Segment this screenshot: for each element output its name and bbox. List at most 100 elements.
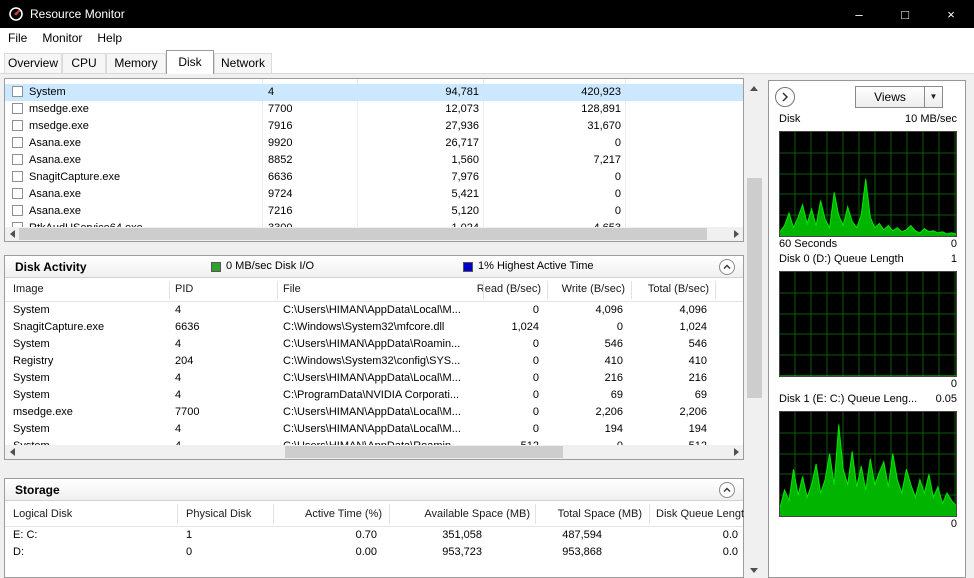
disk0-queue-graph-block: Disk 0 (D:) Queue Length 1 0 (779, 253, 957, 392)
column-header-pid[interactable]: PID (175, 283, 193, 295)
column-header-file[interactable]: File (283, 283, 301, 295)
process-checkbox[interactable] (12, 171, 23, 182)
disk-activity-row[interactable]: System 4 C:\Users\HIMAN\AppData\Local\M.… (5, 302, 743, 319)
storage-row[interactable]: D: 0 0.00 953,723 953,868 0.0 (5, 544, 743, 561)
column-header-active-time[interactable]: Active Time (%) (282, 508, 382, 520)
maximize-button[interactable]: □ (882, 0, 928, 28)
process-row[interactable]: SnagitCapture.exe 6636 7,976 0 (5, 169, 743, 186)
scrollbar-thumb[interactable] (747, 178, 762, 398)
disk-activity-horizontal-scrollbar[interactable] (5, 445, 743, 459)
disk-activity-row[interactable]: Registry 204 C:\Windows\System32\config\… (5, 353, 743, 370)
menu-monitor[interactable]: Monitor (42, 31, 89, 45)
tab-disk[interactable]: Disk (166, 50, 214, 74)
process-row[interactable]: RtkAudUService64.exe 3300 1,024 4,653 (5, 220, 743, 227)
disk-activity-row[interactable]: System 4 C:\Users\HIMAN\AppData\Local\M.… (5, 370, 743, 387)
process-row[interactable]: System 4 94,781 420,923 (5, 84, 743, 101)
write-cell: 216 (547, 372, 623, 384)
collapse-disk-activity-button[interactable] (719, 259, 735, 275)
views-button[interactable]: Views ▼ (855, 86, 943, 108)
process-row[interactable]: Asana.exe 7216 5,120 0 (5, 203, 743, 220)
collapse-panel-button[interactable] (775, 87, 795, 107)
logical-disk-cell: E: C: (13, 529, 37, 541)
file-cell: C:\Users\HIMAN\AppData\Roamin... (283, 338, 483, 350)
disk-activity-row[interactable]: System 4 C:\ProgramData\NVIDIA Corporati… (5, 387, 743, 404)
available-space-cell: 953,723 (382, 546, 482, 558)
process-checkbox[interactable] (12, 120, 23, 131)
process-checkbox[interactable] (12, 103, 23, 114)
storage-column-headers: Logical Disk Physical Disk Active Time (… (5, 501, 743, 527)
column-header-image[interactable]: Image (13, 283, 44, 295)
file-cell: C:\Windows\System32\mfcore.dll (283, 321, 483, 333)
process-read-cell: 5,120 (365, 205, 479, 217)
tab-memory[interactable]: Memory (106, 53, 166, 73)
graph-title: Disk 1 (E: C:) Queue Leng... (779, 393, 917, 409)
column-header-read[interactable]: Read (B/sec) (461, 283, 541, 295)
disk-io-graph (779, 131, 957, 237)
page-vertical-scrollbar[interactable] (746, 78, 763, 578)
column-header-available-space[interactable]: Available Space (MB) (400, 508, 530, 520)
process-write-cell: 0 (505, 137, 621, 149)
scroll-right-icon[interactable] (729, 445, 743, 459)
scroll-left-icon[interactable] (5, 445, 19, 459)
disk-io-legend-label: 0 MB/sec Disk I/O (226, 260, 314, 272)
process-row[interactable]: Asana.exe 8852 1,560 7,217 (5, 152, 743, 169)
graph-time-label: 60 Seconds (779, 238, 837, 252)
file-cell: C:\Users\HIMAN\AppData\Local\M... (283, 406, 483, 418)
chevron-up-icon (720, 260, 734, 274)
minimize-button[interactable]: – (836, 0, 882, 28)
column-header-physical-disk[interactable]: Physical Disk (186, 508, 251, 520)
scroll-left-icon[interactable] (5, 227, 19, 241)
read-cell: 0 (463, 338, 539, 350)
column-header-logical-disk[interactable]: Logical Disk (13, 508, 72, 520)
disk-activity-row[interactable]: msedge.exe 7700 C:\Users\HIMAN\AppData\L… (5, 404, 743, 421)
menu-help[interactable]: Help (97, 31, 129, 45)
column-header-total[interactable]: Total (B/sec) (629, 283, 709, 295)
scroll-up-icon[interactable] (746, 78, 763, 95)
processes-horizontal-scrollbar[interactable] (5, 227, 743, 241)
disk-activity-row[interactable]: System 4 C:\Users\HIMAN\AppData\Local\M.… (5, 421, 743, 438)
scroll-down-icon[interactable] (746, 561, 763, 578)
disk-activity-row[interactable]: SnagitCapture.exe 6636 C:\Windows\System… (5, 319, 743, 336)
process-pid-cell: 7700 (268, 103, 292, 115)
menu-file[interactable]: File (8, 31, 34, 45)
chevron-down-icon[interactable]: ▼ (924, 87, 942, 107)
file-cell: C:\Windows\System32\config\SYS... (283, 355, 483, 367)
tab-cpu[interactable]: CPU (62, 53, 106, 73)
tab-network[interactable]: Network (214, 53, 272, 73)
close-button[interactable]: × (928, 0, 974, 28)
process-read-cell: 94,781 (365, 86, 479, 98)
column-header-disk-queue[interactable]: Disk Queue Lengt (656, 508, 751, 520)
process-checkbox[interactable] (12, 137, 23, 148)
process-checkbox[interactable] (12, 205, 23, 216)
column-header-total-space[interactable]: Total Space (MB) (522, 508, 642, 520)
disk-activity-row[interactable]: System 4 C:\Users\HIMAN\AppData\Roamin..… (5, 336, 743, 353)
process-checkbox[interactable] (12, 154, 23, 165)
total-cell: 1,024 (631, 321, 707, 333)
total-cell: 216 (631, 372, 707, 384)
process-write-cell: 7,217 (505, 154, 621, 166)
column-header-write[interactable]: Write (B/sec) (545, 283, 625, 295)
write-cell: 4,096 (547, 304, 623, 316)
window-title: Resource Monitor (30, 7, 125, 21)
processes-section: System 4 94,781 420,923 msedge.exe 7700 … (4, 78, 744, 242)
collapse-storage-button[interactable] (719, 482, 735, 498)
storage-row[interactable]: E: C: 1 0.70 351,058 487,594 0.0 (5, 527, 743, 544)
active-time-legend-swatch (463, 262, 473, 272)
disk-activity-row[interactable]: System 4 C:\Users\HIMAN\AppData\Roamin..… (5, 438, 743, 445)
process-row[interactable]: Asana.exe 9724 5,421 0 (5, 186, 743, 203)
process-row[interactable]: msedge.exe 7916 27,936 31,670 (5, 118, 743, 135)
process-checkbox[interactable] (12, 188, 23, 199)
column-divider (649, 504, 650, 524)
scroll-right-icon[interactable] (729, 227, 743, 241)
scrollbar-thumb[interactable] (19, 228, 707, 240)
process-read-cell: 5,421 (365, 188, 479, 200)
physical-disk-cell: 0 (186, 546, 192, 558)
process-pid-cell: 7216 (268, 205, 292, 217)
process-row[interactable]: Asana.exe 9920 26,717 0 (5, 135, 743, 152)
process-checkbox[interactable] (12, 86, 23, 97)
tab-overview[interactable]: Overview (4, 53, 62, 73)
process-write-cell: 0 (505, 171, 621, 183)
process-row[interactable]: msedge.exe 7700 12,073 128,891 (5, 101, 743, 118)
scrollbar-thumb[interactable] (285, 446, 563, 458)
graphs-panel: Views ▼ Disk 10 MB/sec 60 Seconds 0 Disk… (768, 80, 966, 578)
